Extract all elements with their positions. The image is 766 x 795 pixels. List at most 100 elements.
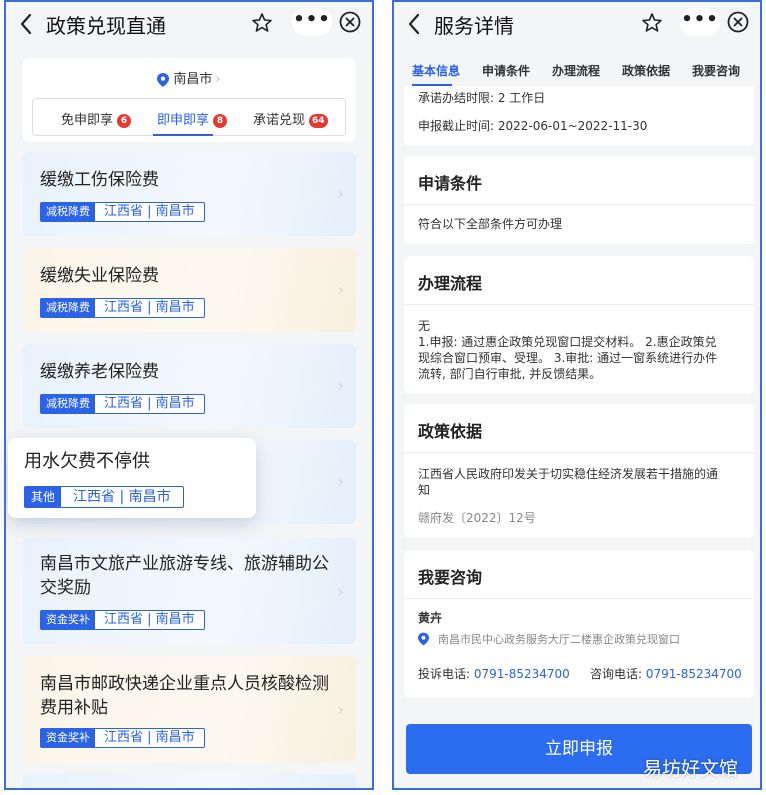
complaint-phone-row: 投诉电话: 0791-85234700 [418, 666, 570, 682]
section-heading: 政策依据 [418, 422, 483, 441]
location-selector[interactable]: 南昌市 › [22, 68, 356, 88]
list-item-partial [22, 774, 356, 788]
item-tag: 资金奖补 江西省 | 南昌市 [40, 610, 205, 630]
process-line: 现综合窗口预审、受理。 3.审批: 通过一窗系统进行办件 [418, 351, 718, 365]
category-label: 资金奖补 [41, 729, 95, 747]
more-menu-button[interactable]: ••• [680, 8, 720, 36]
contact-name: 黄卉 [418, 611, 443, 625]
basic-info-card: 承诺办结时限: 2 工作日 申报截止时间: 2022-06-01~2022-11… [404, 86, 754, 146]
list-item[interactable]: 南昌市邮政快递企业重点人员核酸检测 费用补贴 资金奖补 江西省 | 南昌市 › [22, 656, 356, 762]
highlighted-list-item[interactable]: 用水欠费不停供 其他 江西省 | 南昌市 [8, 438, 256, 518]
item-tag: 减税降费 江西省 | 南昌市 [40, 394, 205, 414]
tab-basis[interactable]: 政策依据 [622, 62, 670, 79]
consult-phone-link[interactable]: 0791-85234700 [646, 667, 742, 681]
menu-capsule: ••• [292, 8, 366, 36]
item-title: 缓缴养老保险费 [40, 362, 159, 382]
consult-label: 咨询电话: [590, 667, 646, 681]
item-tag: 其他 江西省 | 南昌市 [24, 486, 184, 508]
address-text: 南昌市民中心政务服务大厅二楼惠企政策兑现窗口 [438, 633, 680, 646]
process-card: 办理流程 无 1.申报: 通过惠企政策兑现窗口提交材料。 2.惠企政策兑 现综合… [404, 256, 754, 394]
count-badge: 64 [309, 114, 328, 128]
back-arrow-icon[interactable] [404, 11, 426, 37]
basis-text: 知 [418, 483, 431, 497]
left-screen: 政策兑现直通 ••• 南昌市 › 免申即享 6 即申即享 8 承诺兑现 64 缓缴工伤保… [4, 0, 374, 790]
location-pin-icon [418, 632, 429, 646]
back-arrow-icon[interactable] [16, 11, 38, 37]
detail-tabs: 基本信息 申请条件 办理流程 政策依据 我要咨询 [394, 54, 760, 86]
tab-mianshen[interactable]: 免申即享 6 [61, 109, 132, 128]
list-item[interactable]: 缓缴养老保险费 减税降费 江西省 | 南昌市 › [22, 344, 356, 428]
category-label: 减税降费 [41, 203, 95, 221]
deadline-text: 申报截止时间: 2022-06-01~2022-11-30 [418, 119, 648, 133]
list-item[interactable]: 缓缴失业保险费 减税降费 江西省 | 南昌市 › [22, 248, 356, 332]
count-badge: 6 [117, 114, 132, 128]
section-heading: 申请条件 [418, 174, 483, 193]
item-title-line1: 南昌市邮政快递企业重点人员核酸检测 [40, 674, 329, 694]
star-icon[interactable] [640, 11, 664, 35]
region-label: 江西省 | 南昌市 [104, 612, 195, 627]
page-title: 服务详情 [434, 14, 514, 38]
tab-chengnuo[interactable]: 承诺兑现 64 [253, 109, 328, 128]
filter-card: 南昌市 › 免申即享 6 即申即享 8 承诺兑现 64 [22, 58, 356, 142]
list-item[interactable]: 缓缴工伤保险费 减税降费 江西省 | 南昌市 › [22, 152, 356, 236]
section-heading: 办理流程 [418, 274, 483, 293]
tab-consult[interactable]: 我要咨询 [692, 62, 740, 79]
basis-card: 政策依据 江西省人民政府印发关于切实稳住经济发展若干措施的通 知 赣府发〔202… [404, 404, 754, 538]
region-label: 江西省 | 南昌市 [104, 396, 195, 411]
chevron-right-icon: › [337, 582, 344, 601]
item-tag: 资金奖补 江西省 | 南昌市 [40, 728, 205, 748]
complaint-label: 投诉电话: [418, 667, 474, 681]
basis-text: 江西省人民政府印发关于切实稳住经济发展若干措施的通 [418, 467, 719, 481]
category-label: 资金奖补 [41, 611, 95, 629]
consult-phone-row: 咨询电话: 0791-85234700 [590, 666, 742, 682]
divider [404, 304, 754, 305]
item-tag: 减税降费 江西省 | 南昌市 [40, 298, 205, 318]
process-line: 1.申报: 通过惠企政策兑现窗口提交材料。 2.惠企政策兑 [418, 335, 717, 349]
item-title-line2: 费用补贴 [40, 698, 108, 718]
close-circle-icon[interactable] [338, 10, 362, 34]
close-circle-icon[interactable] [726, 10, 750, 34]
tab-process[interactable]: 办理流程 [552, 62, 600, 79]
star-icon[interactable] [250, 11, 274, 35]
item-title-line2: 交奖励 [40, 578, 91, 598]
complaint-phone-link[interactable]: 0791-85234700 [474, 667, 570, 681]
divider [404, 452, 754, 453]
item-title: 缓缴失业保险费 [40, 266, 159, 286]
conditions-text: 符合以下全部条件方可办理 [418, 217, 563, 231]
divider [404, 204, 754, 205]
right-screen: 服务详情 ••• 基本信息 申请条件 办理流程 政策依据 我要咨询 承诺办结时限… [392, 0, 762, 790]
chevron-right-icon: › [215, 72, 221, 87]
tab-basic-info[interactable]: 基本信息 [412, 62, 460, 79]
region-label: 江西省 | 南昌市 [104, 300, 195, 315]
chevron-right-icon: › [337, 184, 344, 203]
list-item[interactable]: 南昌市文旅产业旅游专线、旅游辅助公 交奖励 资金奖补 江西省 | 南昌市 › [22, 538, 356, 644]
count-badge: 8 [213, 114, 228, 128]
right-title-bar: 服务详情 ••• [394, 2, 760, 48]
chevron-right-icon: › [337, 376, 344, 395]
limit-text: 承诺办结时限: 2 工作日 [418, 91, 546, 105]
region-label: 江西省 | 南昌市 [104, 204, 195, 219]
tab-jishen[interactable]: 即申即享 8 [157, 109, 228, 128]
watermark-text: 易坊好文馆 [642, 758, 738, 780]
tab-conditions[interactable]: 申请条件 [482, 62, 530, 79]
doc-number: 赣府发〔2022〕12号 [418, 511, 536, 525]
left-title-bar: 政策兑现直通 ••• [6, 2, 372, 48]
location-pin-icon [157, 72, 170, 87]
category-label: 其他 [25, 487, 62, 507]
location-label: 南昌市 [173, 72, 213, 87]
page-title: 政策兑现直通 [46, 14, 166, 38]
item-title: 用水欠费不停供 [24, 451, 150, 472]
tab-label: 免申即享 [61, 113, 114, 128]
divider [404, 598, 754, 599]
chevron-right-icon: › [337, 280, 344, 299]
tab-label: 即申即享 [157, 113, 210, 128]
process-line: 无 [418, 319, 431, 333]
category-label: 减税降费 [41, 395, 95, 413]
process-line: 流转, 部门自行审批, 并反馈结果。 [418, 367, 602, 381]
item-title: 缓缴工伤保险费 [40, 170, 159, 190]
more-menu-button[interactable]: ••• [292, 8, 332, 36]
tab-label: 承诺兑现 [253, 113, 306, 128]
chevron-right-icon: › [337, 472, 344, 491]
region-label: 江西省 | 南昌市 [104, 730, 195, 745]
filter-tabs: 免申即享 6 即申即享 8 承诺兑现 64 [32, 98, 346, 136]
